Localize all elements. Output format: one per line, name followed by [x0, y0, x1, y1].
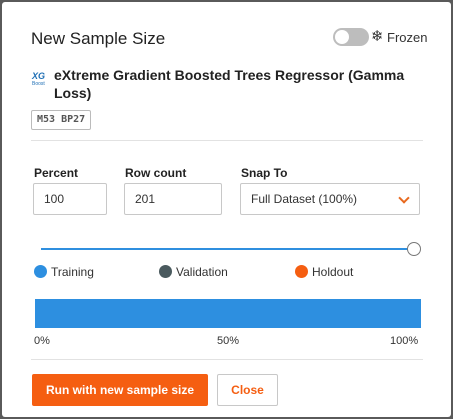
training-legend-label: Training — [51, 265, 94, 279]
run-with-new-sample-size-button[interactable]: Run with new sample size — [32, 374, 208, 406]
partition-bar — [35, 299, 421, 328]
frozen-toggle[interactable] — [333, 28, 369, 46]
training-segment — [35, 299, 421, 328]
tick-label: 100% — [390, 335, 419, 347]
frozen-label: Frozen — [387, 30, 428, 45]
logo-subtext: Boost — [32, 81, 45, 87]
training-legend-dot — [34, 265, 47, 278]
row-count-label: Row count — [125, 166, 187, 180]
logo-text: XG — [32, 71, 46, 81]
row-count-input[interactable]: 201 — [124, 183, 222, 215]
snap-to-label: Snap To — [241, 166, 288, 180]
percent-label: Percent — [34, 166, 79, 180]
xgboost-logo: XG Boost — [30, 71, 48, 89]
snowflake-icon: ❄ — [371, 28, 384, 45]
tick-label: 50% — [217, 335, 240, 347]
model-name: eXtreme Gradient Boosted Trees Regressor… — [54, 67, 405, 101]
validation-legend-dot — [159, 265, 172, 278]
dialog-title: New Sample Size — [31, 29, 166, 48]
toggle-knob[interactable] — [335, 30, 349, 44]
holdout-legend-dot — [295, 265, 308, 278]
percent-input[interactable]: 100 — [33, 183, 107, 215]
snap-to-select[interactable]: Full Dataset (100%) — [240, 183, 420, 215]
model-badge: M53 BP27 — [31, 110, 92, 130]
divider — [31, 140, 423, 141]
close-button[interactable]: Close — [217, 374, 278, 406]
validation-legend-label: Validation — [176, 265, 228, 279]
slider-handle[interactable] — [407, 242, 421, 256]
divider — [31, 359, 423, 360]
new-sample-size-dialog: New Sample Size ❄ Frozen XG Boost eXtrem… — [2, 2, 451, 417]
tick-label: 0% — [34, 335, 50, 347]
holdout-legend-label: Holdout — [312, 265, 354, 279]
sample-size-slider-track[interactable] — [41, 248, 415, 250]
